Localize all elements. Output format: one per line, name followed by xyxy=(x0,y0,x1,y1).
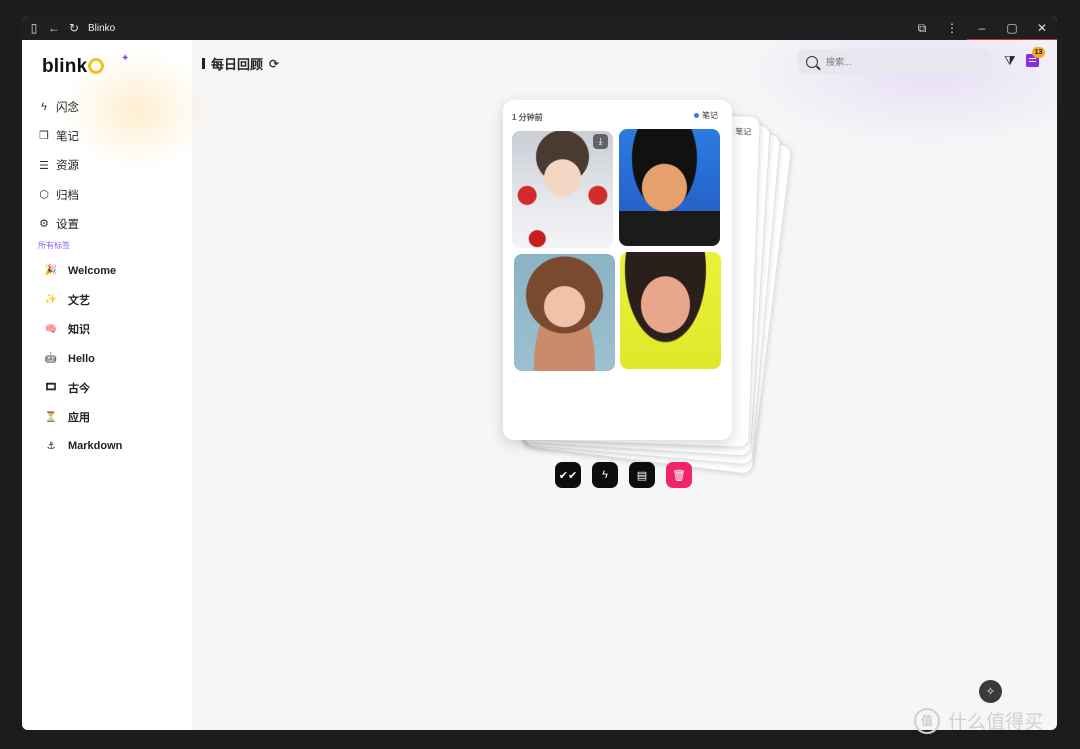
window-title: Blinko xyxy=(88,22,116,34)
search-icon xyxy=(806,55,818,68)
sidebar-toggle-icon[interactable]: ▯ xyxy=(26,20,42,36)
nav-item-archive[interactable]: ⬡ 归档 xyxy=(38,180,79,209)
download-icon[interactable]: ⤓ xyxy=(593,134,608,149)
notification-badge: 13 xyxy=(1032,47,1045,58)
delete-button[interactable]: 🗑 xyxy=(666,462,692,488)
nav-item-label: 资源 xyxy=(56,160,79,173)
title-bar-mark xyxy=(202,58,205,69)
logo-o-icon xyxy=(88,58,105,74)
logo[interactable]: blink ✦ xyxy=(42,53,129,78)
gear-icon: ⚙ xyxy=(39,218,49,231)
card-image[interactable] xyxy=(620,252,721,369)
minimize-button[interactable]: – xyxy=(967,21,997,35)
card-type: 笔记 xyxy=(694,110,718,121)
tag-label: Hello xyxy=(68,352,95,365)
watermark: 值 什么值得买 xyxy=(914,707,1043,734)
archive-icon: ▤ xyxy=(636,469,648,482)
page-title-text: 每日回顾 xyxy=(211,57,264,72)
search-input[interactable] xyxy=(824,55,978,68)
film-icon: 🎞 xyxy=(44,382,58,394)
title-bar: ▯ ← ↻ Blinko ⧉ ⋮ – ▢ ✕ xyxy=(22,16,1057,40)
notebook-icon: ❒ xyxy=(39,130,49,143)
trash-icon: 🗑 xyxy=(672,469,686,482)
nav-item-label: 笔记 xyxy=(56,130,79,143)
robot-icon: 🤖 xyxy=(44,353,58,365)
convert-flash-button[interactable]: ϟ xyxy=(592,462,618,488)
hourglass-icon: ⏳ xyxy=(44,411,58,423)
tags-section-label: 所有标签 xyxy=(38,241,70,250)
nav-item-settings[interactable]: ⚙ 设置 xyxy=(38,209,79,238)
card-actions: ✔✔ ϟ ▤ 🗑 xyxy=(555,462,703,488)
tag-label: 知识 xyxy=(68,324,90,337)
card-time: 1 分钟前 xyxy=(512,113,543,122)
logo-text: blink xyxy=(42,56,88,77)
tag-label: Welcome xyxy=(68,264,117,277)
app-window: ▯ ← ↻ Blinko ⧉ ⋮ – ▢ ✕ blink ✦ ϟ 闪念 ❒ 笔记 … xyxy=(22,16,1057,730)
sidebar: blink ✦ ϟ 闪念 ❒ 笔记 ☰ 资源 ⬡ 归档 ⚙ 设置 所有标签 🎉 … xyxy=(22,40,212,730)
party-popper-icon: 🎉 xyxy=(44,265,58,277)
lightning-icon: ϟ xyxy=(41,100,47,113)
reload-icon[interactable]: ↻ xyxy=(66,20,82,36)
refresh-icon[interactable]: ⟳ xyxy=(269,57,279,71)
note-type-icon xyxy=(694,113,699,118)
double-check-icon: ✔✔ xyxy=(558,469,578,482)
tag-item-hello[interactable]: 🤖 Hello xyxy=(44,344,122,373)
card-image[interactable] xyxy=(514,254,615,371)
card-image[interactable] xyxy=(619,129,720,246)
mark-reviewed-button[interactable]: ✔✔ xyxy=(555,462,581,488)
card-type-label: 笔记 xyxy=(702,111,718,120)
tag-label: 古今 xyxy=(68,382,90,395)
stacked-card-type: 笔记 xyxy=(735,127,752,137)
page-title: 每日回顾 ⟳ xyxy=(202,54,279,73)
tag-item-history[interactable]: 🎞 古今 xyxy=(44,373,122,402)
lightning-icon: ϟ xyxy=(602,469,608,481)
tag-item-welcome[interactable]: 🎉 Welcome xyxy=(44,256,122,285)
search-box[interactable] xyxy=(798,49,991,74)
extensions-icon[interactable]: ⧉ xyxy=(907,21,937,36)
tag-list: 🎉 Welcome ✨ 文艺 🧠 知识 🤖 Hello 🎞 古今 ⏳ 应用 ⚓ … xyxy=(44,256,123,461)
brain-icon: 🧠 xyxy=(44,323,58,335)
tag-label: Markdown xyxy=(68,440,123,453)
close-button[interactable]: ✕ xyxy=(1027,21,1057,35)
tag-item-apps[interactable]: ⏳ 应用 xyxy=(44,402,122,431)
anchor-icon: ⚓ xyxy=(46,440,56,452)
box-icon: ⬡ xyxy=(39,189,49,202)
watermark-text: 什么值得买 xyxy=(948,712,1044,733)
database-icon: ☰ xyxy=(39,159,49,172)
sparkles-icon: ✨ xyxy=(44,294,58,306)
ai-assistant-button[interactable]: ✧ xyxy=(979,680,1002,703)
tag-label: 应用 xyxy=(68,412,90,425)
nav-item-notes[interactable]: ❒ 笔记 xyxy=(38,121,79,150)
sparkle-icon: ✧ xyxy=(985,686,996,698)
more-menu-icon[interactable]: ⋮ xyxy=(937,21,967,35)
maximize-button[interactable]: ▢ xyxy=(997,21,1027,35)
nav-list: ϟ 闪念 ❒ 笔记 ☰ 资源 ⬡ 归档 ⚙ 设置 xyxy=(38,92,79,238)
nav-item-label: 归档 xyxy=(56,189,79,202)
main-content: 每日回顾 ⟳ ⧩ 13 笔记 1 分钟前 笔记 ⤓ xyxy=(192,40,1057,730)
back-arrow-icon[interactable]: ← xyxy=(46,20,62,36)
nav-item-resources[interactable]: ☰ 资源 xyxy=(38,151,79,180)
tag-label: 文艺 xyxy=(68,294,90,307)
tag-item-knowledge[interactable]: 🧠 知识 xyxy=(44,315,122,344)
tag-item-literature[interactable]: ✨ 文艺 xyxy=(44,285,122,314)
logo-sparkle-icon: ✦ xyxy=(121,53,130,64)
review-card[interactable]: 1 分钟前 笔记 ⤓ xyxy=(503,100,732,440)
watermark-logo: 值 xyxy=(914,707,940,734)
tag-item-markdown[interactable]: ⚓ Markdown xyxy=(44,432,123,461)
archive-button[interactable]: ▤ xyxy=(629,462,655,488)
filter-icon[interactable]: ⧩ xyxy=(1004,53,1020,69)
nav-item-label: 闪念 xyxy=(56,101,79,114)
nav-item-flash[interactable]: ϟ 闪念 xyxy=(38,92,79,121)
nav-item-label: 设置 xyxy=(56,218,79,231)
